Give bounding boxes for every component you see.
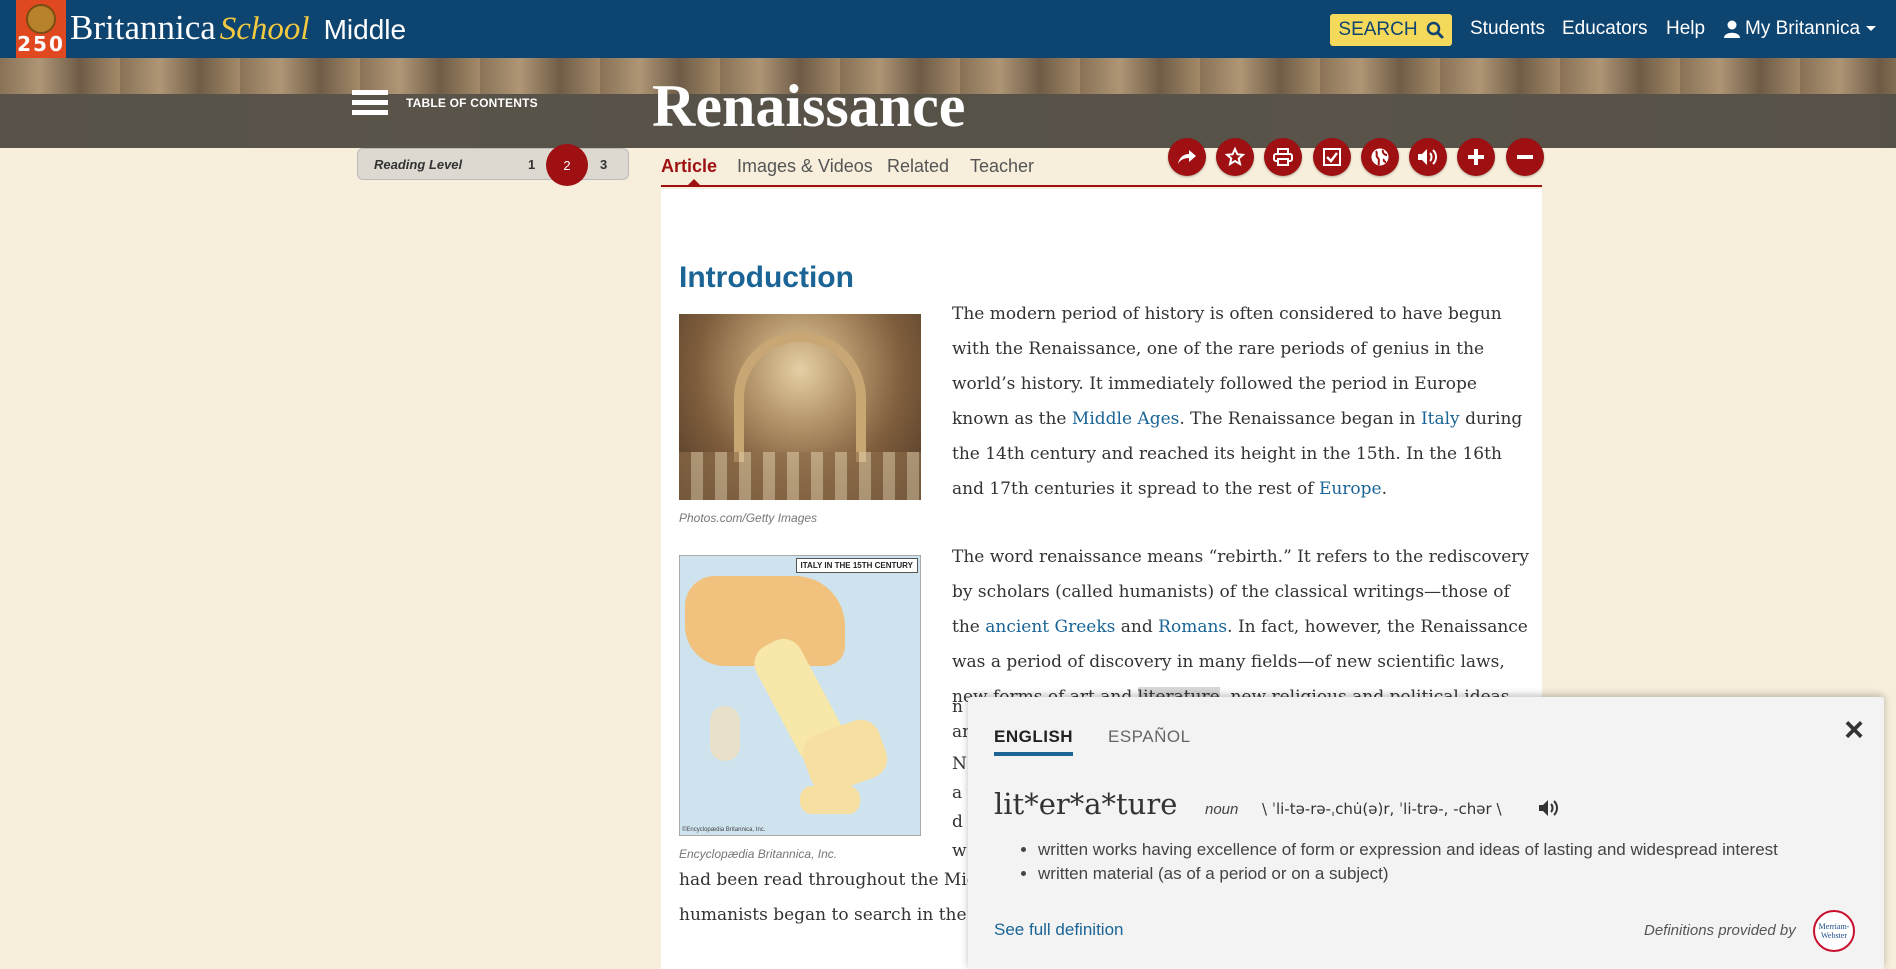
text: and [1115,617,1159,637]
link-ancient-greeks[interactable]: ancient Greeks [985,617,1115,637]
map-region-sicily [800,786,860,814]
print-icon [1273,148,1293,166]
check-icon [1323,148,1341,166]
brand-name: Britannica [70,8,216,47]
search-icon [1426,21,1444,39]
reading-level-3[interactable]: 3 [600,157,607,172]
map-region-sardinia [710,706,740,761]
link-europe[interactable]: Europe [1319,479,1382,499]
decrease-font-button[interactable] [1506,138,1544,176]
reading-level-label: Reading Level [374,156,463,172]
share-button[interactable] [1168,138,1206,176]
minus-icon [1517,155,1533,159]
text-line: had been read throughout the Midd [679,870,989,890]
pronunciation: \ ˈli-tə-rə-ˌchu̇(ə)r, ˈli-trə-, -chər \ [1262,800,1502,818]
active-tab-indicator [686,179,702,187]
caret-down-icon [1866,26,1877,31]
star-icon [1225,147,1245,167]
plus-icon [1468,149,1484,165]
text-fragment: n [952,697,963,717]
increase-font-button[interactable] [1457,138,1495,176]
map-caption: Encyclopædia Britannica, Inc. [679,847,838,861]
italy-map-image[interactable]: ITALY IN THE 15TH CENTURY ©Encyclopædia … [679,555,921,836]
text: . [1381,479,1388,499]
share-icon [1178,150,1196,164]
section-heading: Introduction [679,261,854,294]
reading-level-2-active[interactable]: 2 [546,144,588,186]
paragraph-1: The modern period of history is often co… [952,297,1532,507]
britannica-250-logo[interactable]: 250 [16,0,66,58]
tab-english[interactable]: ENGLISH [994,727,1074,756]
dictionary-word: lit*er*a*ture [994,787,1178,821]
tab-espanol[interactable]: ESPAÑOL [1108,727,1191,747]
translate-button[interactable] [1361,138,1399,176]
globe-icon [1371,148,1389,166]
map-legend: ITALY IN THE 15TH CENTURY [795,558,918,573]
reading-level-selector: Reading Level 1 2 3 [357,144,629,186]
text-fragment: w [952,841,967,861]
floor-shape [679,452,921,500]
tab-teacher[interactable]: Teacher [970,156,1034,177]
list-icon [352,88,388,118]
logo-number: 250 [17,32,65,56]
search-label: SEARCH [1338,19,1418,40]
definition-list: written works having excellence of form … [1038,840,1778,888]
tab-related[interactable]: Related [887,156,949,177]
nav-educators[interactable]: Educators [1562,18,1648,40]
text-fragment: a [952,783,963,803]
part-of-speech: noun [1205,801,1239,818]
link-romans[interactable]: Romans [1158,617,1227,637]
text-line: humanists began to search in the l [679,905,978,925]
brand-logo[interactable]: Britannica School Middle [70,8,406,48]
thistle-icon [26,4,56,34]
brand-level: Middle [323,14,407,45]
image-caption: Photos.com/Getty Images [679,511,818,525]
favorite-button[interactable] [1216,138,1254,176]
nav-help[interactable]: Help [1666,18,1705,40]
dictionary-popup: ENGLISH ESPAÑOL × lit*er*a*ture noun \ ˈ… [968,697,1884,969]
my-britannica-label: My Britannica [1745,18,1861,39]
text-fragment: N [952,754,967,774]
text-fragment: d [952,812,963,832]
reading-level-1[interactable]: 1 [528,157,535,172]
table-of-contents-toggle[interactable]: TABLE OF CONTENTS [352,88,538,118]
page-title: Renaissance [652,73,966,139]
pronunciation-audio-button[interactable] [1538,799,1560,822]
nav-students[interactable]: Students [1470,18,1545,40]
cite-button[interactable] [1313,138,1351,176]
definition-item: written material (as of a period or on a… [1038,864,1778,884]
link-middle-ages[interactable]: Middle Ages [1072,409,1179,429]
link-italy[interactable]: Italy [1421,409,1460,429]
read-aloud-button[interactable] [1409,138,1447,176]
user-icon [1724,20,1740,38]
speaker-icon [1539,800,1558,816]
definitions-provided-by: Definitions provided by [1644,922,1796,939]
text: . The Renaissance began in [1179,409,1421,429]
definition-item: written works having excellence of form … [1038,840,1778,860]
map-credit: ©Encyclopædia Britannica, Inc. [682,827,766,833]
top-navigation-bar: 250 Britannica School Middle SEARCH Stud… [0,0,1896,58]
print-button[interactable] [1264,138,1302,176]
arch-shape [734,332,866,462]
toc-label: TABLE OF CONTENTS [406,96,538,110]
brand-school: School [219,11,310,47]
school-of-athens-image[interactable] [679,314,921,500]
tab-images-videos[interactable]: Images & Videos [737,156,873,177]
search-button[interactable]: SEARCH [1330,14,1452,46]
my-britannica-menu[interactable]: My Britannica [1724,18,1877,40]
merriam-webster-logo[interactable]: Merriam-Webster [1813,910,1855,952]
tab-article[interactable]: Article [661,156,717,177]
speaker-icon [1418,149,1437,165]
see-full-definition-link[interactable]: See full definition [994,920,1123,940]
close-icon[interactable]: × [1844,711,1864,750]
